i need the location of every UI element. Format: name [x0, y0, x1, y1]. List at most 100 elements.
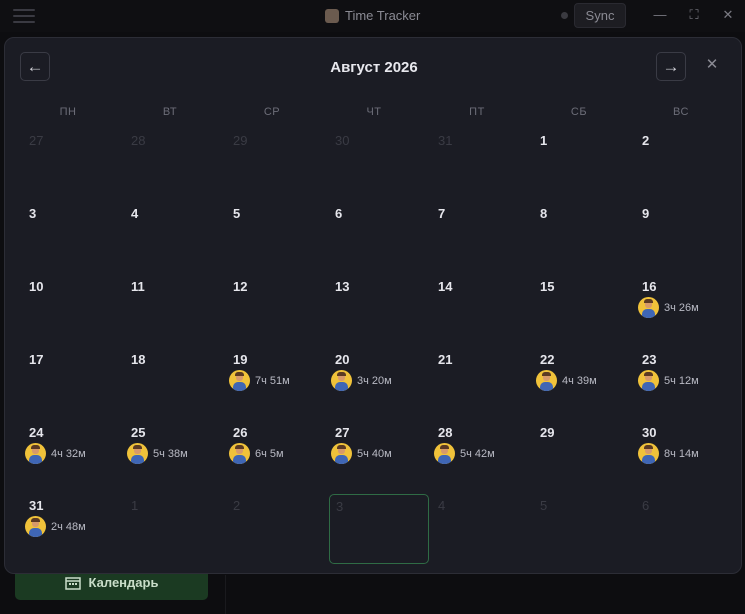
- time-entry-duration: 3ч 20м: [357, 374, 392, 387]
- time-entry[interactable]: 4ч 39м: [536, 370, 597, 391]
- day-number: 30: [642, 425, 657, 440]
- time-entry-duration: 4ч 39м: [562, 374, 597, 387]
- close-window-icon[interactable]: ✕: [720, 7, 736, 23]
- avatar: [638, 370, 659, 391]
- day-number: 6: [642, 498, 650, 513]
- day-number: 5: [540, 498, 548, 513]
- app-logo-icon: [325, 8, 339, 23]
- day-number: 4: [131, 206, 139, 221]
- month-title: Август 2026: [330, 59, 418, 76]
- day-cell[interactable]: 29: [534, 421, 634, 491]
- day-cell[interactable]: 23 5ч 12м: [636, 348, 736, 418]
- day-cell[interactable]: 15: [534, 275, 634, 345]
- day-cell[interactable]: 4: [432, 494, 532, 564]
- time-entry[interactable]: 4ч 32м: [25, 443, 86, 464]
- time-entry[interactable]: 8ч 14м: [638, 443, 699, 464]
- day-number: 15: [540, 279, 555, 294]
- day-number: 12: [233, 279, 248, 294]
- day-cell[interactable]: 1: [125, 494, 225, 564]
- day-number: 24: [29, 425, 44, 440]
- day-cell[interactable]: 25 5ч 38м: [125, 421, 225, 491]
- day-number: 26: [233, 425, 248, 440]
- time-entry-duration: 5ч 12м: [664, 374, 699, 387]
- time-entry[interactable]: 5ч 12м: [638, 370, 699, 391]
- avatar: [25, 443, 46, 464]
- time-entry[interactable]: 3ч 20м: [331, 370, 392, 391]
- day-cell[interactable]: 2: [227, 494, 327, 564]
- time-entry[interactable]: 7ч 51м: [229, 370, 290, 391]
- avatar: [25, 516, 46, 537]
- day-cell-today[interactable]: 3: [329, 494, 429, 564]
- day-cell[interactable]: 22 4ч 39м: [534, 348, 634, 418]
- day-cell[interactable]: 10: [23, 275, 123, 345]
- time-entry[interactable]: 5ч 40м: [331, 443, 392, 464]
- day-cell[interactable]: 26 6ч 5м: [227, 421, 327, 491]
- time-entry-duration: 7ч 51м: [255, 374, 290, 387]
- app-title-text: Time Tracker: [345, 8, 421, 23]
- day-number: 16: [642, 279, 657, 294]
- avatar: [638, 443, 659, 464]
- day-cell[interactable]: 13: [329, 275, 429, 345]
- time-entry[interactable]: 5ч 38м: [127, 443, 188, 464]
- day-number: 17: [29, 352, 44, 367]
- day-cell[interactable]: 11: [125, 275, 225, 345]
- day-cell[interactable]: 27: [23, 129, 123, 199]
- day-cell[interactable]: 7: [432, 202, 532, 272]
- time-entry[interactable]: 3ч 26м: [638, 297, 699, 318]
- day-cell[interactable]: 6: [329, 202, 429, 272]
- time-entry[interactable]: 2ч 48м: [25, 516, 86, 537]
- day-cell[interactable]: 17: [23, 348, 123, 418]
- day-cell[interactable]: 28: [125, 129, 225, 199]
- day-cell[interactable]: 12: [227, 275, 327, 345]
- time-entry[interactable]: 5ч 42м: [434, 443, 495, 464]
- calendar-icon: [64, 576, 81, 590]
- day-cell[interactable]: 20 3ч 20м: [329, 348, 429, 418]
- time-entry[interactable]: 6ч 5м: [229, 443, 284, 464]
- day-cell[interactable]: 2: [636, 129, 736, 199]
- day-cell[interactable]: 24 4ч 32м: [23, 421, 123, 491]
- maximize-icon[interactable]: ⛶: [686, 7, 702, 23]
- day-cell[interactable]: 30 8ч 14м: [636, 421, 736, 491]
- day-cell[interactable]: 19 7ч 51м: [227, 348, 327, 418]
- day-cell[interactable]: 28 5ч 42м: [432, 421, 532, 491]
- day-cell[interactable]: 14: [432, 275, 532, 345]
- sync-status-dot: [561, 12, 568, 19]
- avatar: [127, 443, 148, 464]
- next-month-button[interactable]: →: [656, 52, 686, 81]
- day-cell[interactable]: 4: [125, 202, 225, 272]
- day-number: 2: [642, 133, 650, 148]
- day-cell[interactable]: 5: [534, 494, 634, 564]
- day-number: 8: [540, 206, 548, 221]
- day-cell[interactable]: 31: [432, 129, 532, 199]
- avatar: [536, 370, 557, 391]
- day-cell[interactable]: 1: [534, 129, 634, 199]
- close-icon[interactable]: ✕: [704, 57, 720, 73]
- day-cell[interactable]: 9: [636, 202, 736, 272]
- day-number: 31: [29, 498, 44, 513]
- day-cell[interactable]: 31 2ч 48м: [23, 494, 123, 564]
- day-number: 29: [540, 425, 555, 440]
- day-number: 20: [335, 352, 350, 367]
- weekday-label: СР: [263, 106, 281, 118]
- sync-button[interactable]: Sync: [574, 3, 626, 28]
- weekday-label: СБ: [570, 106, 588, 118]
- day-cell[interactable]: 16 3ч 26м: [636, 275, 736, 345]
- day-cell[interactable]: 18: [125, 348, 225, 418]
- day-cell[interactable]: 30: [329, 129, 429, 199]
- day-cell[interactable]: 21: [432, 348, 532, 418]
- day-cell[interactable]: 27 5ч 40м: [329, 421, 429, 491]
- day-cell[interactable]: 5: [227, 202, 327, 272]
- day-cell[interactable]: 8: [534, 202, 634, 272]
- day-cell[interactable]: 3: [23, 202, 123, 272]
- day-number: 21: [438, 352, 453, 367]
- day-cell[interactable]: 29: [227, 129, 327, 199]
- weekday-label: ВС: [673, 106, 689, 118]
- day-number: 11: [131, 279, 145, 294]
- day-number: 18: [131, 352, 146, 367]
- day-number: 29: [233, 133, 248, 148]
- menu-icon[interactable]: [13, 7, 35, 25]
- day-cell[interactable]: 6: [636, 494, 736, 564]
- minimize-icon[interactable]: —: [652, 7, 668, 23]
- time-entry-duration: 4ч 32м: [51, 447, 86, 460]
- time-entry-duration: 5ч 40м: [357, 447, 392, 460]
